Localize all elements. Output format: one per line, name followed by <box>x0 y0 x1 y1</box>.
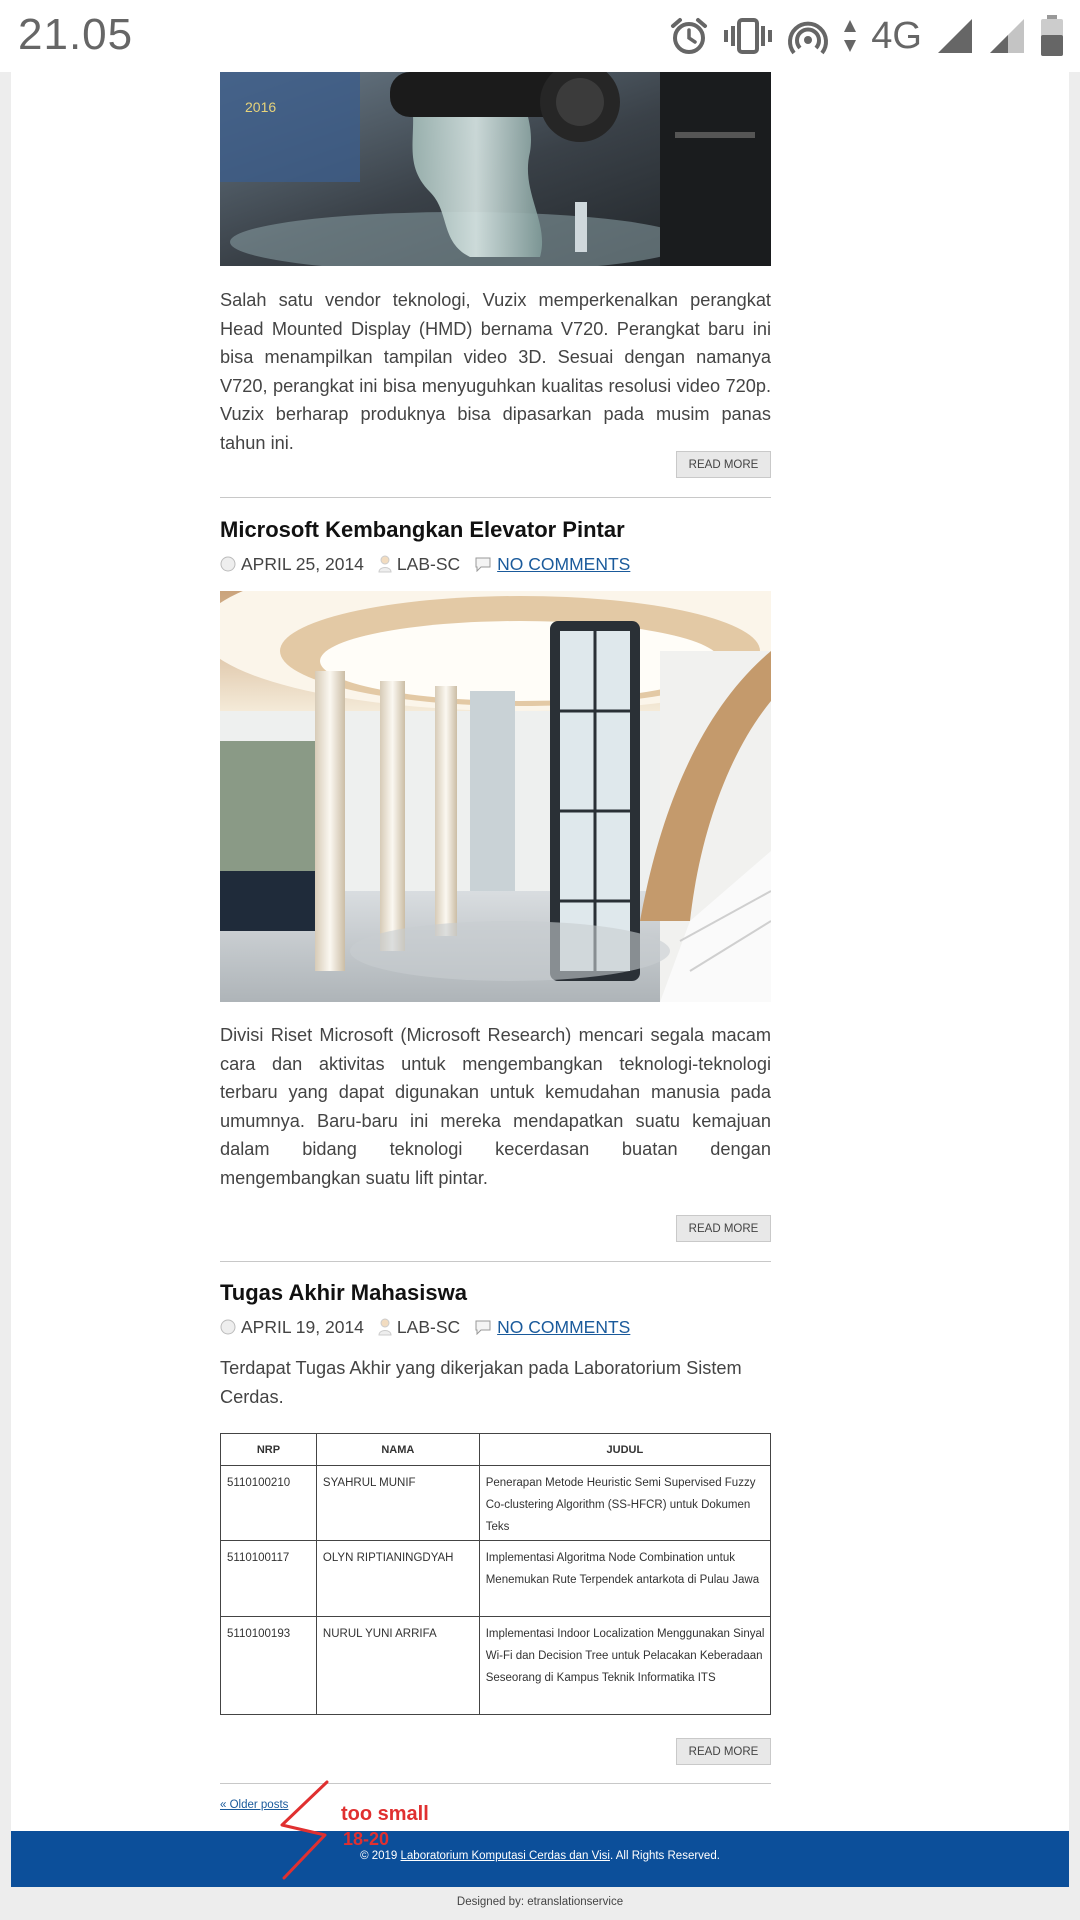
post-intro: Terdapat Tugas Akhir yang dikerjakan pad… <box>220 1358 742 1407</box>
post-excerpt: Divisi Riset Microsoft (Microsoft Resear… <box>220 1025 771 1188</box>
table-cell: 5110100210 <box>220 1465 317 1541</box>
status-time: 21.05 <box>18 10 134 59</box>
calendar-icon <box>220 1319 236 1335</box>
vibrate-icon <box>724 18 773 54</box>
table-row: 5110100193 NURUL YUNI ARRIFA Implementas… <box>220 1616 772 1715</box>
signal-icon <box>938 19 972 53</box>
post-title[interactable]: Microsoft Kembangkan Elevator Pintar <box>220 517 625 543</box>
copyright-text: © 2019 Laboratorium Komputasi Cerdas dan… <box>11 1850 1069 1862</box>
annotation-note: too small <box>341 1803 429 1825</box>
post-author: LAB-SC <box>396 1316 461 1337</box>
post-date: APRIL 25, 2014 <box>241 553 364 574</box>
table-cell: OLYN RIPTIANINGDYAH <box>315 1540 480 1617</box>
network-type: 4G <box>871 14 922 57</box>
table-cell: 5110100117 <box>220 1540 317 1617</box>
data-arrows-icon <box>844 20 857 52</box>
table-cell: Implementasi Algoritma Node Combination … <box>478 1540 772 1617</box>
post-divider <box>220 497 771 498</box>
post-author: LAB-SC <box>396 553 461 574</box>
signal-weak-icon <box>990 19 1024 53</box>
post-meta: APRIL 25, 2014 LAB-SC NO COMMENTS <box>220 552 630 576</box>
table-cell: SYAHRUL MUNIF <box>315 1465 480 1541</box>
table-row: 5110100117 OLYN RIPTIANINGDYAH Implement… <box>220 1540 772 1617</box>
table-cell: Implementasi Indoor Localization Menggun… <box>478 1616 772 1715</box>
read-more-button[interactable]: READ MORE <box>676 1738 771 1765</box>
svg-text:2016: 2016 <box>245 99 276 115</box>
page-content: 2016 Salah satu vendor teknologi, Vuzix … <box>11 72 1069 1831</box>
hotspot-icon <box>788 21 829 55</box>
post-divider <box>220 1261 771 1262</box>
table-header-row: NRP NAMA JUDUL <box>220 1433 772 1466</box>
table-header: NAMA <box>315 1433 480 1466</box>
comments-link[interactable]: NO COMMENTS <box>497 554 630 575</box>
footer-bar: © 2019 Laboratorium Komputasi Cerdas dan… <box>11 1831 1069 1887</box>
status-icons: 4G <box>669 14 1064 58</box>
status-bar: 21.05 4G <box>0 0 1080 72</box>
copyright-link[interactable]: Laboratorium Komputasi Cerdas dan Visi <box>401 1850 610 1862</box>
post-title[interactable]: Tugas Akhir Mahasiswa <box>220 1280 467 1306</box>
comment-icon <box>475 1320 491 1335</box>
author-icon <box>378 1318 392 1336</box>
table-row: 5110100210 SYAHRUL MUNIF Penerapan Metod… <box>220 1465 772 1541</box>
designed-by-text: Designed by: etranslationservice <box>456 1896 624 1908</box>
post-date: APRIL 19, 2014 <box>241 1316 364 1337</box>
post-image-elevator[interactable] <box>220 591 771 1002</box>
calendar-icon <box>220 556 236 572</box>
read-more-button[interactable]: READ MORE <box>676 1215 771 1242</box>
comments-link[interactable]: NO COMMENTS <box>497 1317 630 1338</box>
table-cell: Penerapan Metode Heuristic Semi Supervis… <box>478 1465 772 1541</box>
table-cell: 5110100193 <box>220 1616 317 1715</box>
author-icon <box>378 555 392 573</box>
thesis-table: NRP NAMA JUDUL 5110100210 SYAHRUL MUNIF … <box>220 1433 772 1715</box>
annotation-arrow-icon <box>280 1780 329 1880</box>
table-header: JUDUL <box>478 1433 772 1466</box>
post-excerpt: Salah satu vendor teknologi, Vuzix mempe… <box>220 290 771 453</box>
copyright-suffix: . All Rights Reserved. <box>609 1850 720 1862</box>
comment-icon <box>475 557 491 572</box>
post-meta: APRIL 19, 2014 LAB-SC NO COMMENTS <box>220 1315 630 1339</box>
post-image-vuzix[interactable]: 2016 <box>220 72 771 266</box>
read-more-button[interactable]: READ MORE <box>676 451 771 478</box>
annotation-range: 18-20 <box>343 1829 390 1849</box>
table-cell: NURUL YUNI ARRIFA <box>315 1616 480 1715</box>
table-header: NRP <box>220 1433 317 1466</box>
alarm-icon <box>671 18 708 54</box>
copyright-prefix: © 2019 <box>360 1850 401 1862</box>
battery-icon <box>1041 15 1063 56</box>
